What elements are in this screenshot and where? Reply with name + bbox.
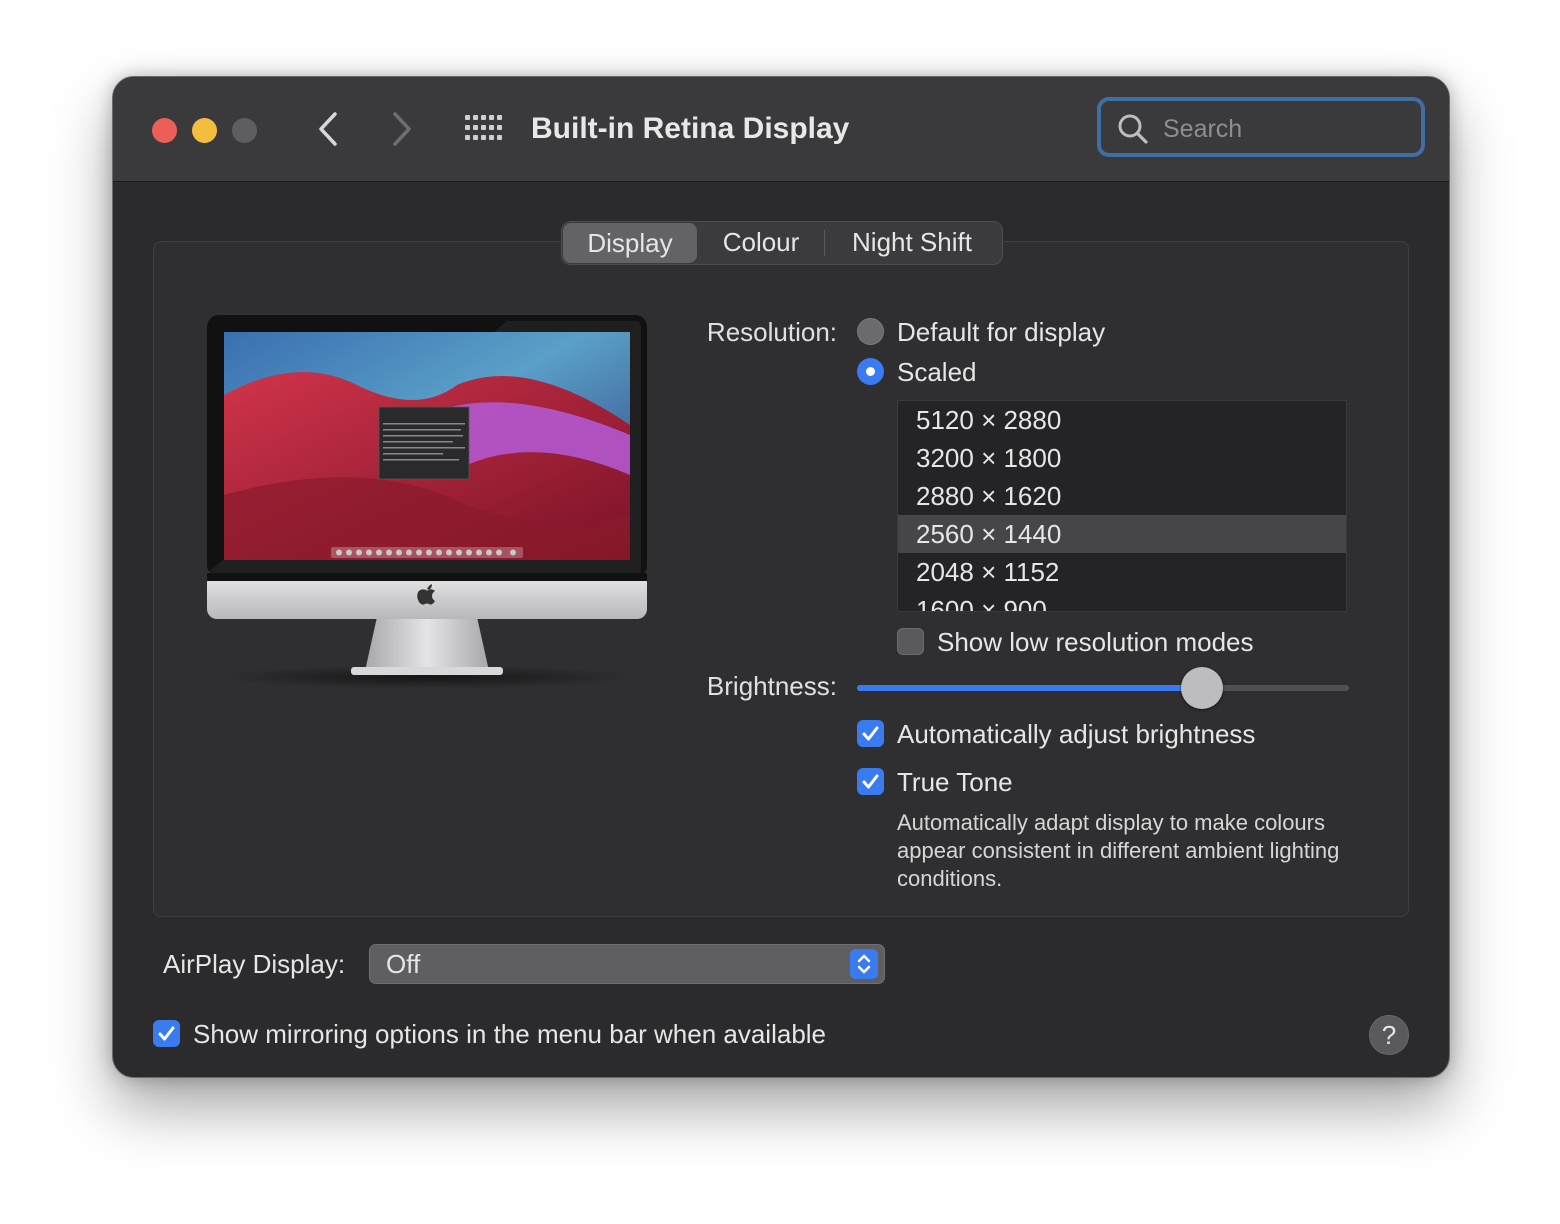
mirroring-checkbox[interactable] xyxy=(153,1020,180,1047)
updown-arrows-icon xyxy=(850,949,878,979)
true-tone-checkbox[interactable] xyxy=(857,768,884,795)
show-low-res-label[interactable]: Show low resolution modes xyxy=(937,627,1254,658)
mirroring-label[interactable]: Show mirroring options in the menu bar w… xyxy=(193,1019,826,1050)
tab-bar: Display Colour Night Shift xyxy=(561,221,1003,265)
brightness-slider-fill xyxy=(857,685,1202,691)
resolution-row[interactable]: 2880 × 1620 xyxy=(898,477,1346,515)
scaled-resolution-list[interactable]: 5120 × 2880 3200 × 1800 2880 × 1620 2560… xyxy=(897,400,1347,612)
true-tone-label[interactable]: True Tone xyxy=(897,767,1013,798)
auto-brightness-label[interactable]: Automatically adjust brightness xyxy=(897,719,1255,750)
checkmark-icon xyxy=(862,726,879,741)
checkmark-icon xyxy=(862,774,879,789)
search-field[interactable] xyxy=(1097,97,1425,157)
tab-display[interactable]: Display xyxy=(563,223,697,263)
default-for-display-label[interactable]: Default for display xyxy=(897,317,1105,348)
title-bar: Built-in Retina Display xyxy=(113,77,1449,182)
forward-button[interactable] xyxy=(382,107,422,151)
true-tone-description: Automatically adapt display to make colo… xyxy=(897,810,1340,891)
zoom-button[interactable] xyxy=(232,118,257,143)
resolution-label: Resolution: xyxy=(706,317,837,347)
grid-icon xyxy=(465,115,502,140)
resolution-row[interactable]: 1600 × 900 xyxy=(898,591,1346,611)
brightness-slider-knob[interactable] xyxy=(1181,667,1223,709)
airplay-label: AirPlay Display: xyxy=(163,949,346,979)
imac-illustration xyxy=(207,315,647,689)
search-icon xyxy=(1118,114,1148,144)
minimize-button[interactable] xyxy=(192,118,217,143)
back-button[interactable] xyxy=(308,107,348,151)
close-button[interactable] xyxy=(152,118,177,143)
chevron-right-icon xyxy=(393,112,411,146)
tab-night-shift[interactable]: Night Shift xyxy=(824,222,1000,262)
chevron-left-icon xyxy=(319,112,337,146)
show-all-button[interactable] xyxy=(463,111,503,147)
brightness-slider[interactable] xyxy=(857,667,1349,709)
show-low-res-checkbox[interactable] xyxy=(897,628,924,655)
resolution-row[interactable]: 2048 × 1152 xyxy=(898,553,1346,591)
search-input[interactable] xyxy=(1161,109,1415,149)
window-title: Built-in Retina Display xyxy=(531,112,850,145)
checkmark-icon xyxy=(158,1026,175,1041)
scaled-label[interactable]: Scaled xyxy=(897,357,977,388)
resolution-row[interactable]: 3200 × 1800 xyxy=(898,439,1346,477)
tab-colour[interactable]: Colour xyxy=(698,222,824,262)
help-button[interactable]: ? xyxy=(1369,1015,1409,1055)
resolution-row[interactable]: 5120 × 2880 xyxy=(898,401,1346,439)
default-for-display-radio[interactable] xyxy=(857,318,884,345)
preferences-window: Built-in Retina Display Display Colour N… xyxy=(112,76,1450,1078)
airplay-popup[interactable]: Off xyxy=(369,944,885,984)
resolution-row-selected[interactable]: 2560 × 1440 xyxy=(898,515,1346,553)
brightness-label: Brightness: xyxy=(706,671,837,701)
scaled-radio[interactable] xyxy=(857,358,884,385)
auto-brightness-checkbox[interactable] xyxy=(857,720,884,747)
airplay-popup-value: Off xyxy=(386,949,421,979)
